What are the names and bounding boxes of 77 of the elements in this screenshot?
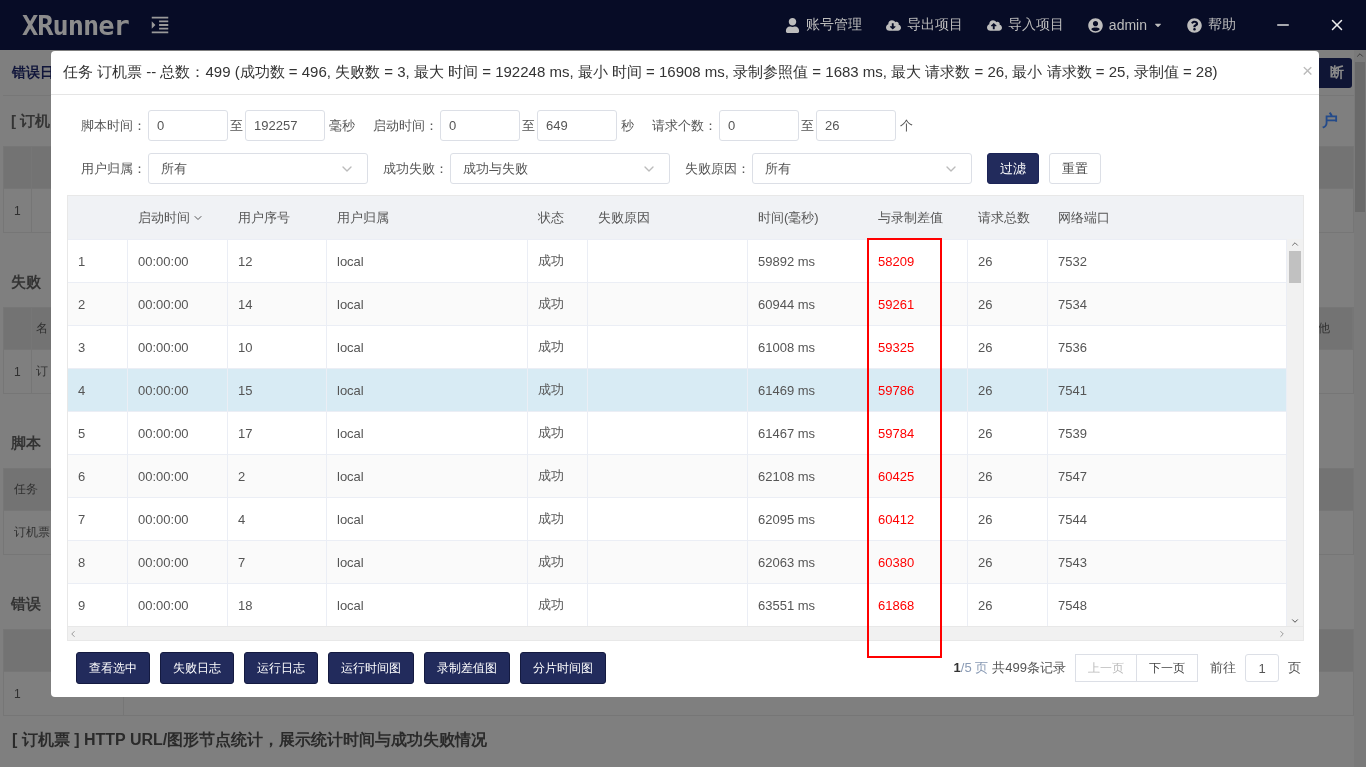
column-header: 请求总数 — [977, 208, 1031, 227]
scroll-up-icon[interactable] — [1355, 50, 1365, 60]
range-separator: 至 — [522, 116, 535, 135]
select-field[interactable]: 成功与失败 — [450, 153, 670, 184]
section-heading: [ 订机票 ] HTTP URL/图形节点统计，展示统计时间与成功失败情况 — [12, 730, 489, 750]
user-icon — [784, 17, 800, 33]
action-button[interactable]: 运行时间图 — [328, 652, 414, 684]
action-button[interactable]: 录制差值图 — [424, 652, 510, 684]
cloud-download-icon — [885, 17, 901, 33]
table-row[interactable]: 6 00:00:00 2 local 成功 62108 ms 60425 26 7547 — [68, 454, 1287, 497]
filter-label: 启动时间： — [373, 116, 438, 135]
action-button[interactable]: 失败日志 — [160, 652, 234, 684]
filter-label: 脚本时间： — [81, 116, 146, 135]
scroll-down-icon[interactable] — [1290, 616, 1300, 626]
select-field[interactable]: 所有 — [148, 153, 368, 184]
input-field[interactable]: 0 — [440, 110, 520, 141]
scroll-left-icon[interactable] — [68, 628, 78, 639]
help-icon — [1187, 17, 1202, 33]
nav-item[interactable]: 账号管理 — [784, 16, 862, 34]
input-field[interactable]: 0 — [719, 110, 799, 141]
goto-label: 前往 — [1210, 659, 1236, 677]
input-field[interactable]: 26 — [816, 110, 896, 141]
dialog-title: 任务 订机票 -- 总数：499 (成功数 = 496, 失败数 = 3, 最大 时间 = 192248 ms, 最小 时间 = 16908 ms, 录制参照值 = 1683 ms, 最大 请求数 = 26, 最小 请求数 = 25, 录制值 = 28) — [63, 63, 1218, 82]
table-row[interactable]: 1 00:00:00 12 local 成功 59892 ms 58209 26 7532 — [68, 239, 1287, 282]
column-header: 用户序号 — [237, 208, 291, 227]
table-row[interactable]: 4 00:00:00 15 local 成功 61469 ms 59786 26 7541 — [68, 368, 1287, 411]
table-row[interactable]: 3 00:00:00 10 local 成功 61008 ms 59325 26 7536 — [68, 325, 1287, 368]
column-header: 状态 — [537, 208, 565, 227]
input-field[interactable]: 192257 — [245, 110, 325, 141]
nav-item[interactable]: admin — [1087, 17, 1163, 33]
table-row[interactable]: 9 00:00:00 18 local 成功 63551 ms 61868 26 7548 — [68, 583, 1287, 626]
table-cell: 1 — [4, 350, 32, 393]
column-header: 失败原因 — [597, 208, 651, 227]
nav-item[interactable]: 帮助 — [1187, 16, 1236, 34]
page-unit: 页 — [1288, 659, 1301, 677]
filter-button[interactable]: 过滤 — [987, 153, 1039, 184]
page-input[interactable]: 1 — [1245, 654, 1279, 682]
scrollbar-thumb[interactable] — [1289, 251, 1301, 283]
action-button[interactable]: 分片时间图 — [520, 652, 606, 684]
action-button[interactable]: 查看选中 — [76, 652, 150, 684]
input-field[interactable]: 0 — [148, 110, 228, 141]
next-page-button[interactable]: 下一页 — [1136, 654, 1198, 682]
scroll-up-icon[interactable] — [1290, 239, 1300, 249]
unit-label: 个 — [900, 116, 913, 135]
scroll-right-icon[interactable] — [1277, 628, 1287, 639]
input-field[interactable]: 649 — [537, 110, 617, 141]
action-button[interactable]: 运行日志 — [244, 652, 318, 684]
section-heading: [ 订机 — [11, 111, 51, 131]
unit-label: 秒 — [621, 116, 634, 135]
section-heading: 失败 — [11, 272, 41, 292]
nav-item[interactable]: 导入项目 — [986, 16, 1064, 34]
nav-item[interactable]: 导出项目 — [885, 16, 963, 34]
filter-label: 成功失败： — [383, 159, 448, 178]
table-row[interactable]: 7 00:00:00 4 local 成功 62095 ms 60412 26 7544 — [68, 497, 1287, 540]
table-row[interactable]: 8 00:00:00 7 local 成功 62063 ms 60380 26 7543 — [68, 540, 1287, 583]
table-cell: 1 — [4, 189, 32, 232]
range-separator: 至 — [230, 116, 243, 135]
column-header: 与录制差值 — [877, 208, 944, 227]
filter-label: 用户归属： — [81, 159, 146, 178]
cloud-upload-icon — [986, 17, 1002, 33]
table-row[interactable]: 5 00:00:00 17 local 成功 61467 ms 59784 26 7539 — [68, 411, 1287, 454]
record-count: 共499条记录 — [992, 659, 1066, 677]
logo: XRunner — [22, 9, 129, 41]
column-header: 用户归属 — [336, 208, 390, 227]
column-header: 网络端口 — [1057, 208, 1111, 227]
filter-label: 请求个数： — [652, 116, 717, 135]
unit-label: 毫秒 — [329, 116, 355, 135]
page-indicator: 1/5 页 — [953, 659, 989, 677]
table-row[interactable]: 2 00:00:00 14 local 成功 60944 ms 59261 26 7534 — [68, 282, 1287, 325]
section-heading: 错误 — [11, 594, 41, 614]
column-header[interactable]: 启动时间 — [128, 196, 228, 239]
reset-button[interactable]: 重置 — [1049, 153, 1101, 184]
range-separator: 至 — [801, 116, 814, 135]
select-field[interactable]: 所有 — [752, 153, 972, 184]
column-header: 时间(毫秒) — [757, 208, 820, 227]
filter-label: 失败原因： — [685, 159, 750, 178]
section-heading: 脚本 — [11, 433, 41, 453]
